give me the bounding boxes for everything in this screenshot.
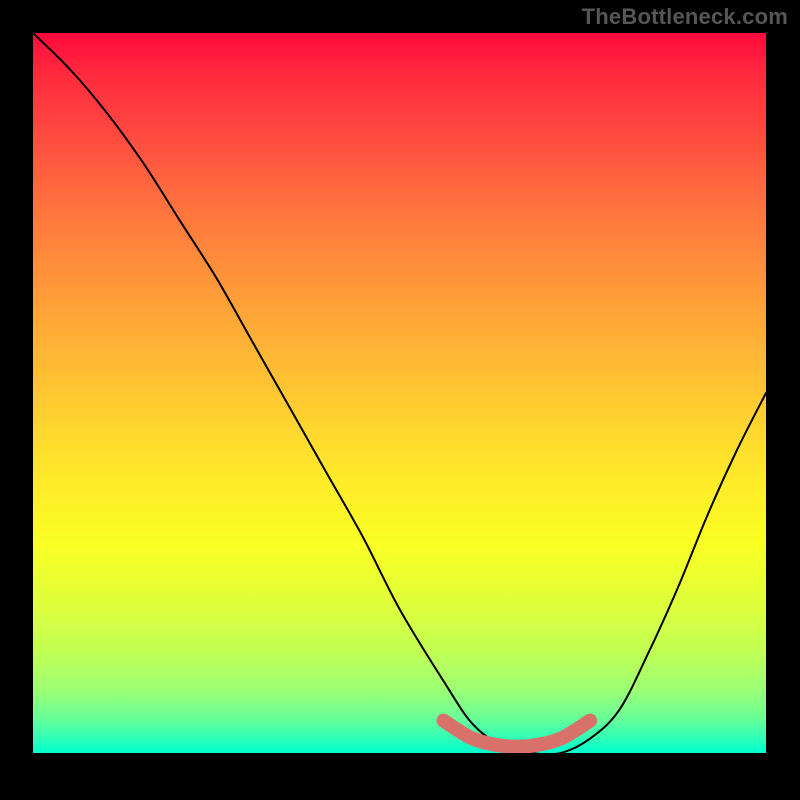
curve-layer bbox=[33, 33, 766, 753]
optimum-band bbox=[444, 721, 591, 747]
chart-container: TheBottleneck.com bbox=[0, 0, 800, 800]
plot-gradient-area bbox=[33, 33, 766, 753]
attribution-watermark: TheBottleneck.com bbox=[582, 4, 788, 30]
bottleneck-curve bbox=[33, 33, 766, 753]
